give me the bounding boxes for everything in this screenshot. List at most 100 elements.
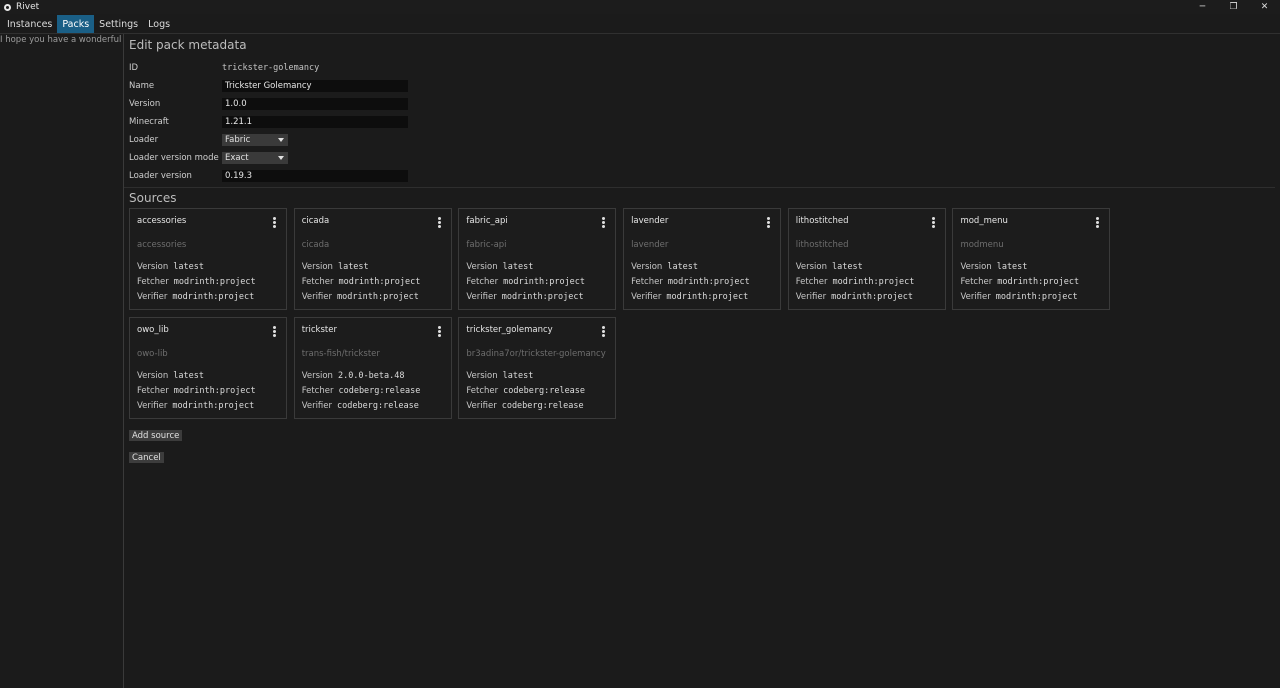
source-version-row: Version latest — [302, 260, 444, 275]
source-fetcher-row: Fetcher modrinth:project — [960, 275, 1102, 290]
source-fetcher-row: Fetcher modrinth:project — [302, 275, 444, 290]
more-options-icon[interactable] — [437, 217, 441, 228]
sidebar: I hope you have a wonderful day — [0, 34, 124, 688]
more-options-icon[interactable] — [767, 217, 771, 228]
close-icon[interactable]: ✕ — [1249, 0, 1280, 14]
minecraft-field[interactable]: 1.21.1 — [222, 116, 408, 128]
fetcher-key: Fetcher — [960, 277, 993, 288]
cancel-button[interactable]: Cancel — [129, 452, 164, 463]
window-title: Rivet — [16, 2, 40, 12]
fetcher-key: Fetcher — [301, 277, 334, 288]
loader-mode-select[interactable]: Exact — [222, 152, 288, 164]
maximize-icon[interactable]: ❐ — [1218, 0, 1249, 14]
tab-logs[interactable]: Logs — [143, 15, 175, 33]
verifier-value: codeberg:release — [337, 400, 419, 411]
add-source-row: Add source — [129, 430, 1275, 441]
verifier-value: modrinth:project — [666, 291, 749, 302]
source-version-row: Version 2.0.0-beta.48 — [302, 369, 444, 384]
tab-packs[interactable]: Packs — [57, 15, 95, 33]
id-row: ID trickster-golemancy — [129, 59, 1275, 77]
source-version-row: Version latest — [137, 260, 279, 275]
source-name: accessories — [137, 216, 187, 226]
version-field[interactable]: 1.0.0 — [222, 98, 408, 110]
version-value: latest — [337, 262, 369, 273]
tab-settings[interactable]: Settings — [94, 15, 143, 33]
verifier-value: modrinth:project — [831, 291, 913, 302]
cancel-row: Cancel — [129, 452, 1275, 463]
version-row: Version 1.0.0 — [129, 95, 1275, 113]
source-fetcher-row: Fetcher codeberg:release — [466, 384, 608, 399]
window-controls: ─ ❐ ✕ — [1187, 0, 1280, 14]
source-fetcher-row: Fetcher modrinth:project — [796, 275, 938, 290]
source-card[interactable]: owo_lib owo-lib Version latest Fetcher modrin… — [129, 317, 287, 419]
loader-version-label: Loader version — [129, 171, 192, 181]
fetcher-value: modrinth:project — [503, 277, 586, 288]
more-options-icon[interactable] — [602, 326, 606, 337]
fetcher-key: Fetcher — [466, 277, 499, 288]
version-value: latest — [173, 262, 204, 273]
version-key: Version — [631, 262, 663, 273]
verifier-key: Verifier — [960, 291, 991, 302]
source-card[interactable]: trickster_golemancy br3adina7or/trickster… — [458, 317, 617, 419]
source-name: mod_menu — [960, 216, 1008, 226]
source-card[interactable]: lithostitched lithostitched Version latest F… — [787, 208, 946, 310]
sidebar-greeting: I hope you have a wonderful day — [0, 35, 123, 45]
verifier-value: modrinth:project — [172, 291, 255, 302]
source-verifier-row: Verifier modrinth:project — [137, 289, 279, 304]
version-value: latest — [667, 262, 699, 273]
source-card[interactable]: trickster trans-fish/trickster Version 2.0.… — [293, 317, 452, 419]
name-field[interactable]: Trickster Golemancy — [222, 80, 408, 92]
loader-mode-row: Loader version mode Exact — [129, 149, 1275, 167]
verifier-value: codeberg:release — [501, 400, 584, 411]
source-slug: br3adina7or/trickster-golemancy — [466, 349, 606, 359]
more-options-icon[interactable] — [602, 217, 606, 228]
loader-select[interactable]: Fabric — [222, 134, 288, 146]
source-card[interactable]: lavender lavender Version latest Fetcher modr… — [623, 208, 782, 310]
tab-instances[interactable]: Instances — [2, 15, 57, 33]
more-options-icon[interactable] — [931, 217, 935, 228]
id-label: ID — [129, 63, 139, 73]
source-name: owo_lib — [137, 325, 169, 335]
version-key: Version — [137, 371, 169, 382]
source-name: trickster_golemancy — [466, 325, 553, 335]
verifier-key: Verifier — [795, 291, 827, 302]
sources-grid: accessories accessories Version latest Fetch… — [129, 208, 1279, 426]
verifier-key: Verifier — [466, 291, 497, 302]
verifier-key: Verifier — [631, 291, 662, 302]
loader-label: Loader — [129, 135, 159, 145]
source-card[interactable]: accessories accessories Version latest Fetch… — [129, 208, 287, 310]
more-options-icon[interactable] — [273, 326, 276, 337]
source-verifier-row: Verifier modrinth:project — [302, 289, 444, 304]
source-fetcher-row: Fetcher modrinth:project — [137, 384, 279, 399]
source-name: trickster — [301, 325, 337, 335]
version-key: Version — [137, 262, 169, 273]
loader-version-field[interactable]: 0.19.3 — [222, 170, 408, 182]
source-slug: owo-lib — [137, 349, 168, 359]
source-name: lavender — [631, 216, 669, 226]
fetcher-value: modrinth:project — [997, 277, 1080, 288]
source-slug: trans-fish/trickster — [301, 349, 380, 359]
source-card[interactable]: fabric_api fabric-api Version latest Fetcher… — [458, 208, 617, 310]
add-source-button[interactable]: Add source — [129, 430, 183, 441]
fetcher-key: Fetcher — [795, 277, 828, 288]
more-options-icon[interactable] — [1096, 217, 1100, 228]
app-logo-icon — [4, 3, 11, 11]
more-options-icon[interactable] — [437, 326, 441, 337]
version-value: latest — [832, 262, 863, 273]
source-slug: cicada — [301, 240, 330, 250]
more-options-icon[interactable] — [273, 217, 276, 228]
version-key: Version — [466, 262, 498, 273]
source-name: fabric_api — [466, 216, 508, 226]
source-verifier-row: Verifier codeberg:release — [466, 398, 608, 413]
source-slug: fabric-api — [466, 240, 507, 250]
source-card[interactable]: cicada cicada Version latest Fetcher modrinth… — [293, 208, 452, 310]
minecraft-row: Minecraft 1.21.1 — [129, 113, 1275, 131]
version-value: latest — [502, 262, 534, 273]
source-version-row: Version latest — [466, 260, 608, 275]
minimize-icon[interactable]: ─ — [1187, 0, 1218, 14]
source-version-row: Version latest — [960, 260, 1102, 275]
source-verifier-row: Verifier modrinth:project — [796, 289, 938, 304]
source-card[interactable]: mod_menu modmenu Version latest Fetcher modri… — [952, 208, 1111, 310]
chevron-down-icon — [278, 156, 284, 160]
source-verifier-row: Verifier modrinth:project — [466, 289, 608, 304]
